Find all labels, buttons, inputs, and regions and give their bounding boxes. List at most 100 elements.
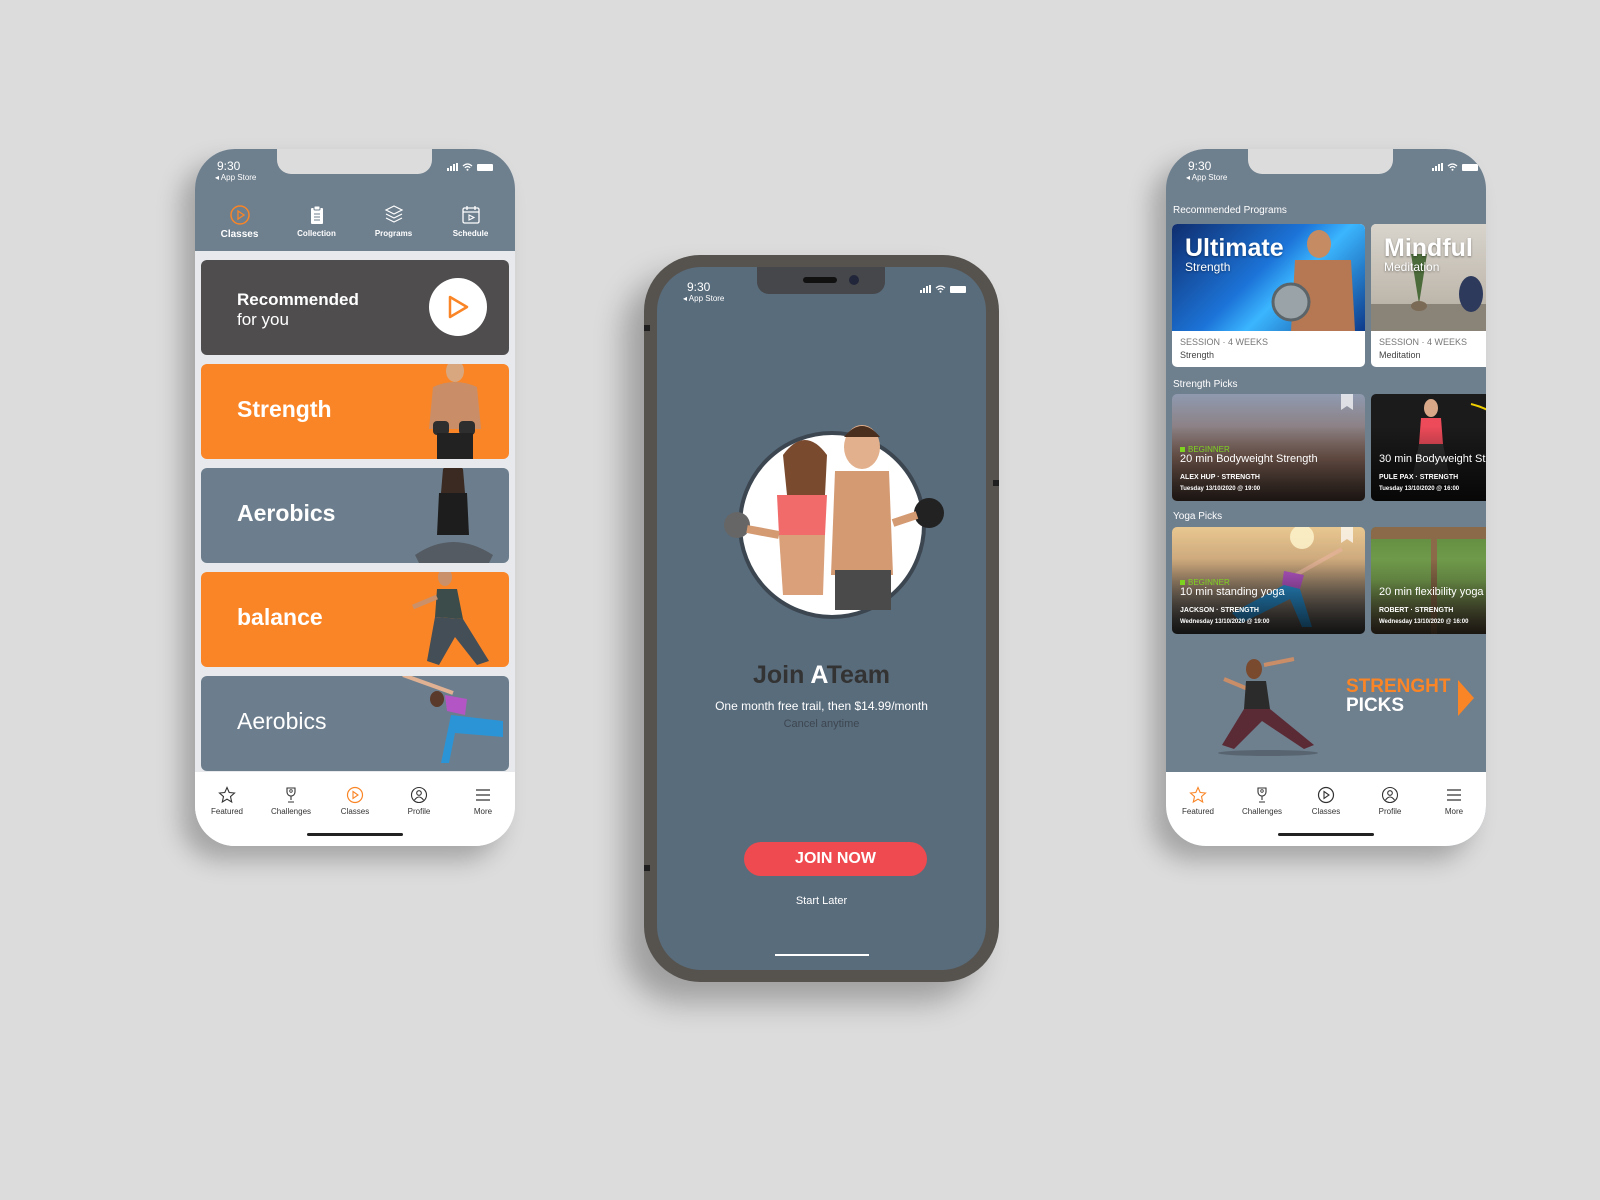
section-title-strength-picks: Strength Picks xyxy=(1173,379,1238,390)
back-to-app-store[interactable]: ◂ App Store xyxy=(1186,173,1227,182)
strength-athlete-image xyxy=(429,364,481,459)
home-indicator[interactable] xyxy=(307,833,403,836)
nav-classes[interactable]: Classes xyxy=(327,786,383,816)
pick-title: 20 min flexibility yoga xyxy=(1379,586,1484,598)
category-title: Aerobics xyxy=(237,500,336,526)
nav-label: Featured xyxy=(210,807,244,816)
calendar-video-icon xyxy=(461,206,480,224)
wifi-icon xyxy=(1447,163,1458,171)
strength-pick-card[interactable]: 30 min Bodyweight Strength PULE PAX · ST… xyxy=(1371,394,1486,501)
tab-collection[interactable]: Collection xyxy=(282,204,352,240)
nav-more[interactable]: More xyxy=(1426,786,1482,816)
tab-programs[interactable]: Programs xyxy=(359,204,429,240)
nav-profile[interactable]: Profile xyxy=(391,786,447,816)
pick-date: Tuesday 13/10/2020 @ 19:00 xyxy=(1180,486,1261,492)
pick-title: 20 min Bodyweight Strength xyxy=(1180,453,1318,465)
cancel-note: Cancel anytime xyxy=(783,718,860,730)
category-card-aerobics[interactable]: Aerobics xyxy=(201,468,509,563)
nav-classes[interactable]: Classes xyxy=(1298,786,1354,816)
nav-label: Challenges xyxy=(270,807,312,816)
recommended-card[interactable]: Recommended for you xyxy=(201,260,509,355)
program-title: Mindful xyxy=(1384,234,1473,262)
nav-label: Challenges xyxy=(1241,807,1283,816)
yoga-pick-card[interactable]: 20 min flexibility yoga ROBERT · STRENGT… xyxy=(1371,527,1486,634)
back-to-app-store[interactable]: ◂ App Store xyxy=(215,173,256,182)
menu-icon xyxy=(1447,789,1461,801)
trophy-icon xyxy=(286,787,296,803)
promo-banner-title[interactable]: STRENGHT PICKS xyxy=(1346,677,1451,715)
nav-label: Profile xyxy=(1378,807,1402,816)
program-subtitle: Strength xyxy=(1185,260,1231,274)
promo-line1: STRENGHT xyxy=(1346,676,1451,697)
nav-featured[interactable]: Featured xyxy=(199,786,255,816)
section-title-yoga-picks: Yoga Picks xyxy=(1173,511,1223,522)
tab-classes[interactable]: Classes xyxy=(205,204,275,240)
yoga-pick-card[interactable]: BEGINNER 10 min standing yoga JACKSON · … xyxy=(1172,527,1365,634)
menu-icon xyxy=(476,789,490,801)
play-icon xyxy=(448,295,469,319)
pick-title: 10 min standing yoga xyxy=(1180,586,1285,598)
nav-challenges[interactable]: Challenges xyxy=(263,786,319,816)
nav-label: Featured xyxy=(1181,807,1215,816)
side-button xyxy=(644,325,650,331)
trophy-icon xyxy=(1257,787,1267,803)
start-later-link[interactable]: Start Later xyxy=(657,895,986,907)
program-card-mindful-meditation[interactable]: Mindful Meditation SESSION · 4 WEEKS Med… xyxy=(1371,224,1486,367)
nav-label: More xyxy=(1444,807,1464,816)
nav-profile[interactable]: Profile xyxy=(1362,786,1418,816)
side-button xyxy=(993,480,999,486)
wifi-icon xyxy=(462,163,473,171)
nav-more[interactable]: More xyxy=(455,786,511,816)
strength-pick-card[interactable]: BEGINNER 20 min Bodyweight Strength ALEX… xyxy=(1172,394,1365,501)
nav-label: Profile xyxy=(407,807,431,816)
program-title: Ultimate xyxy=(1185,234,1284,262)
bottom-nav: Featured Challenges Classes Profile More xyxy=(195,772,515,846)
pick-author: JACKSON · STRENGTH xyxy=(1180,607,1259,614)
program-card-ultimate-strength[interactable]: Ultimate Strength SESSION · 4 WEEKS Stre… xyxy=(1172,224,1365,367)
nav-featured[interactable]: Featured xyxy=(1170,786,1226,816)
status-icons xyxy=(1432,163,1478,171)
tab-label: Classes xyxy=(220,229,259,240)
nav-label: Classes xyxy=(340,807,370,816)
join-screen: 9:30 ◂ App Store Join ATeam One month fr… xyxy=(657,267,986,970)
nav-challenges[interactable]: Challenges xyxy=(1234,786,1290,816)
pick-author: PULE PAX · STRENGTH xyxy=(1379,474,1459,481)
promo-line2: PICKS xyxy=(1346,695,1405,716)
recommended-title: Recommended for you xyxy=(237,290,359,330)
category-card-balance[interactable]: balance xyxy=(201,572,509,667)
back-to-app-store[interactable]: ◂ App Store xyxy=(683,294,724,303)
battery-icon xyxy=(950,285,966,293)
join-title: Join ATeam xyxy=(657,661,986,690)
clipboard-icon xyxy=(310,205,323,224)
bottom-nav: Featured Challenges Classes Profile More xyxy=(1166,772,1486,846)
join-now-button[interactable]: JOIN NOW xyxy=(744,842,927,876)
signal-icon xyxy=(920,285,931,293)
phone-classes-screen: 9:30 ◂ App Store Classes Collection Prog… xyxy=(195,149,515,846)
tab-schedule[interactable]: Schedule xyxy=(436,204,506,240)
tab-label: Schedule xyxy=(452,229,489,238)
play-circle-icon xyxy=(1317,786,1335,804)
chevron-right-icon[interactable] xyxy=(1458,680,1474,716)
class-category-list: Recommended for you Strength Aerobics ba… xyxy=(201,260,509,780)
signal-icon xyxy=(447,163,458,171)
status-icons xyxy=(447,163,493,171)
category-title: Strength xyxy=(237,396,332,422)
layers-icon xyxy=(384,205,403,223)
pick-date: Wednesday 13/10/2020 @ 19:00 xyxy=(1180,619,1270,625)
status-time: 9:30 xyxy=(217,159,241,173)
section-title-recommended-programs: Recommended Programs xyxy=(1173,205,1287,216)
phone-featured-screen: 9:30 ◂ App Store Recommended Programs Ul… xyxy=(1166,149,1486,846)
title-part: Team xyxy=(826,661,891,689)
play-button[interactable] xyxy=(429,278,487,336)
home-indicator[interactable] xyxy=(1278,833,1374,836)
bookmark-icon[interactable] xyxy=(1341,394,1353,410)
tab-label: Programs xyxy=(374,229,413,238)
home-indicator[interactable] xyxy=(774,954,869,956)
play-circle-icon xyxy=(229,205,250,225)
nav-label: More xyxy=(473,807,493,816)
profile-icon xyxy=(1381,786,1399,804)
status-bar: 9:30 ◂ App Store xyxy=(657,267,986,307)
category-card-strength[interactable]: Strength xyxy=(201,364,509,459)
category-card-aerobics-2[interactable]: Aerobics xyxy=(201,676,509,771)
status-bar: 9:30 ◂ App Store xyxy=(195,149,515,189)
